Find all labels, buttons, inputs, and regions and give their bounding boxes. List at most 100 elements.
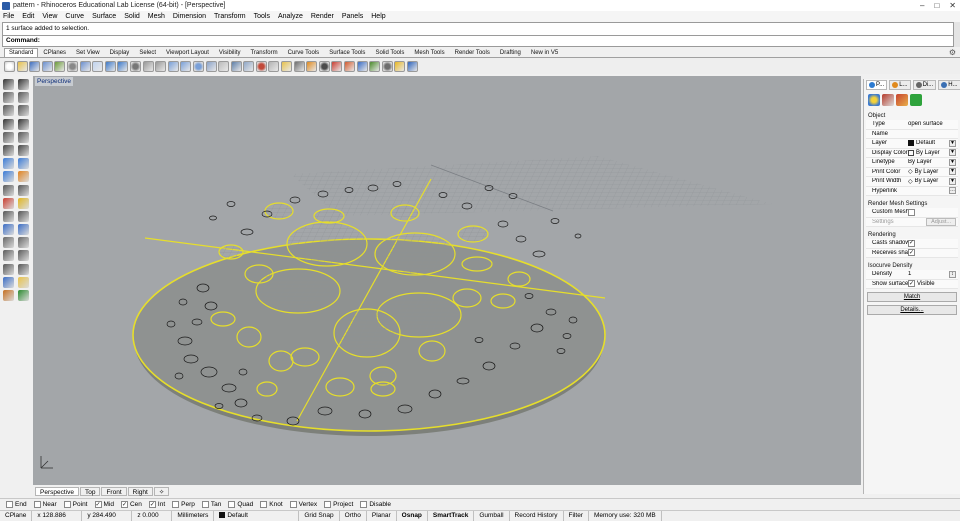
render-preview-icon[interactable] (369, 60, 381, 72)
options-icon[interactable] (381, 60, 393, 72)
smarttrack-toggle[interactable]: SmartTrack (428, 511, 475, 521)
offset-icon[interactable] (18, 144, 29, 156)
split-icon[interactable] (18, 197, 29, 209)
cplane-icon[interactable] (243, 60, 255, 72)
record-history-toggle[interactable]: Record History (510, 511, 564, 521)
render-icon[interactable] (318, 60, 330, 72)
mesh-edit-icon[interactable] (18, 184, 29, 196)
prop-receives-shadows[interactable]: Receives sha...✓ (866, 248, 958, 258)
array-icon[interactable] (3, 237, 14, 249)
osnap-disable[interactable]: Disable (360, 501, 391, 508)
cut-icon[interactable] (66, 60, 78, 72)
osnap-checkbox[interactable] (360, 501, 368, 508)
open-file-icon[interactable] (16, 60, 28, 72)
polygon-icon[interactable] (18, 118, 29, 130)
details-button[interactable]: Details... (867, 305, 957, 315)
copy-icon[interactable] (79, 60, 91, 72)
osnap-checkbox[interactable] (33, 501, 41, 508)
prop-print-color[interactable]: Print Color ◇ By Layer ▼ (866, 167, 958, 177)
zoom-extents-icon[interactable] (180, 60, 192, 72)
scale-icon[interactable] (18, 250, 29, 262)
text-icon[interactable] (18, 263, 29, 275)
osnap-checkbox[interactable] (201, 501, 209, 508)
perspective-viewport[interactable]: Perspective (33, 76, 861, 485)
prop-layer[interactable]: Layer Default ▼ (866, 139, 958, 149)
analyze-icon[interactable] (3, 276, 14, 288)
osnap-end[interactable]: End (6, 501, 27, 508)
osnap-toggle[interactable]: Osnap (397, 511, 428, 521)
osnap-checkbox[interactable]: ✓ (148, 501, 156, 508)
osnap-project[interactable]: Project (324, 501, 353, 508)
group-icon[interactable] (3, 210, 14, 222)
tab-new-in-v5[interactable]: New in V5 (526, 48, 563, 57)
four-views-icon[interactable] (218, 60, 230, 72)
print-icon[interactable] (41, 60, 53, 72)
menu-file[interactable]: File (3, 13, 14, 20)
close-icon[interactable]: ✕ (949, 1, 956, 10)
tab-surface-tools[interactable]: Surface Tools (324, 48, 370, 57)
print-color-dropdown-icon[interactable]: ▼ (949, 168, 956, 176)
rectangle-icon[interactable] (3, 118, 14, 130)
named-views-icon[interactable] (268, 60, 280, 72)
mirror-icon[interactable] (18, 237, 29, 249)
layer-dropdown-icon[interactable]: ▼ (949, 139, 956, 147)
tab-curve-tools[interactable]: Curve Tools (283, 48, 325, 57)
curve-icon[interactable] (18, 92, 29, 104)
units-label[interactable]: Millimeters (172, 511, 215, 521)
prop-print-width[interactable]: Print Width ◇ By Layer ▼ (866, 177, 958, 187)
casts-shadows-checkbox[interactable]: ✓ (908, 239, 915, 247)
rotate-view-icon[interactable] (142, 60, 154, 72)
osnap-quad[interactable]: Quad (228, 501, 253, 508)
command-scrollbar[interactable] (954, 22, 960, 47)
menu-view[interactable]: View (42, 13, 57, 20)
density-spinner-icon[interactable]: ↕ (949, 270, 956, 278)
rebuild-icon[interactable] (18, 224, 29, 236)
menu-edit[interactable]: Edit (22, 13, 34, 20)
osnap-int[interactable]: ✓ Int (148, 501, 165, 508)
dimension-icon[interactable] (3, 263, 14, 275)
zoom-dynamic-icon[interactable] (155, 60, 167, 72)
osnap-knot[interactable]: Knot (260, 501, 283, 508)
toolbar-options-icon[interactable]: ⚙ (949, 48, 956, 57)
prop-display-color[interactable]: Display Color By Layer ▼ (866, 148, 958, 158)
osnap-checkbox[interactable] (260, 501, 268, 508)
prop-density[interactable]: Density 1 ↕ (866, 270, 958, 280)
check-icon[interactable] (18, 290, 29, 301)
layer-toggle-icon[interactable] (3, 290, 14, 301)
tab-display[interactable]: Display (105, 48, 135, 57)
menu-tools[interactable]: Tools (254, 13, 270, 20)
osnap-point[interactable]: Point (63, 501, 88, 508)
menu-surface[interactable]: Surface (92, 13, 116, 20)
tab-transform[interactable]: Transform (245, 48, 282, 57)
osnap-checkbox[interactable] (63, 501, 71, 508)
pan-icon[interactable] (129, 60, 141, 72)
curve-from-objects-icon[interactable] (18, 131, 29, 143)
osnap-checkbox[interactable]: ✓ (94, 501, 102, 508)
match-button[interactable]: Match (867, 292, 957, 302)
osnap-checkbox[interactable]: ✓ (120, 501, 128, 508)
current-layer[interactable]: Default (214, 511, 300, 521)
explode-icon[interactable] (18, 210, 29, 222)
join-icon[interactable] (3, 224, 14, 236)
paste-icon[interactable] (92, 60, 104, 72)
grid-snap-toggle[interactable]: Grid Snap (299, 511, 340, 521)
planar-toggle[interactable]: Planar (367, 511, 397, 521)
filter-toggle[interactable]: Filter (564, 511, 589, 521)
osnap-vertex[interactable]: Vertex (289, 501, 317, 508)
surface-edit-icon[interactable] (18, 158, 29, 170)
arc-icon[interactable] (18, 105, 29, 117)
tab-select[interactable]: Select (134, 48, 161, 57)
rotate-icon[interactable] (3, 250, 14, 262)
texture-mapping-icon[interactable] (896, 93, 908, 106)
prop-casts-shadows[interactable]: Casts shadows✓ (866, 239, 958, 249)
hyperlink-browse-button[interactable]: … (949, 187, 956, 195)
tab-set-view[interactable]: Set View (71, 48, 105, 57)
osnap-mid[interactable]: ✓ Mid (94, 501, 114, 508)
tab-render-tools[interactable]: Render Tools (450, 48, 495, 57)
prop-hyperlink[interactable]: Hyperlink… (866, 186, 958, 196)
osnap-checkbox[interactable] (6, 501, 13, 508)
decals-icon[interactable] (910, 93, 922, 106)
osnap-near[interactable]: Near (33, 501, 57, 508)
surface-icon[interactable] (3, 158, 14, 170)
trim-icon[interactable] (3, 197, 14, 209)
